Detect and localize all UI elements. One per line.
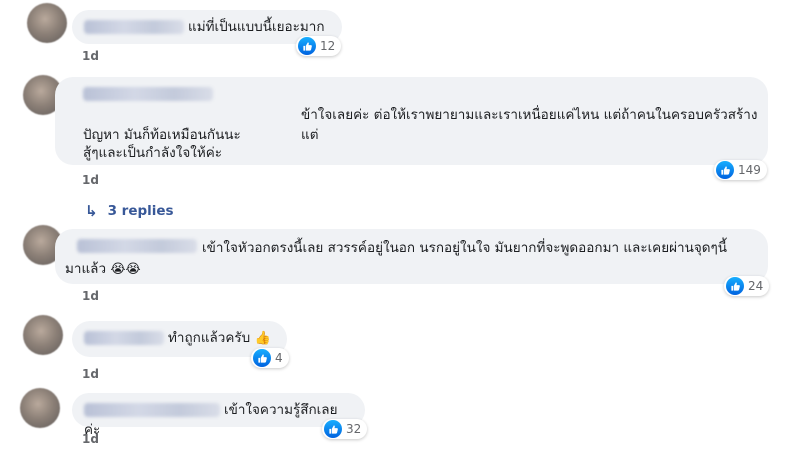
comment-timestamp[interactable]: 1d	[82, 289, 99, 303]
like-reaction-count[interactable]: 4	[251, 348, 289, 368]
commenter-name-blurred[interactable]	[84, 403, 220, 417]
comment-timestamp[interactable]: 1d	[82, 367, 99, 381]
like-reaction-count[interactable]: 32	[322, 419, 368, 439]
like-count: 12	[320, 39, 336, 53]
comment-timestamp[interactable]: 1d	[82, 432, 99, 446]
like-icon	[716, 161, 734, 179]
like-count: 4	[275, 351, 283, 365]
avatar[interactable]	[20, 388, 60, 428]
comment-timestamp[interactable]: 1d	[82, 173, 99, 187]
comment-bubble: เข้าใจหัวอกตรงนี้เลย สวรรค์อยู่ในอก นรกอ…	[55, 229, 768, 284]
avatar[interactable]	[27, 3, 67, 43]
like-reaction-count[interactable]: 24	[724, 276, 770, 296]
comment-text-line3: สู้ๆและเป็นกำลังใจให้ค่ะ	[83, 145, 223, 161]
comment-text: แม่ที่เป็นแบบนี้เยอะมาก	[188, 19, 325, 35]
like-icon	[726, 277, 744, 295]
thumbs-up-emoji-icon: 👍	[254, 331, 271, 346]
view-replies-link[interactable]: ↳ 3 replies	[85, 202, 174, 220]
commenter-name-blurred[interactable]	[84, 331, 164, 345]
commenter-name-blurred[interactable]	[83, 87, 213, 101]
comment-text-line2: ปัญหา มันก็ท้อเหมือนกันนะ	[83, 127, 241, 143]
like-icon	[298, 37, 316, 55]
like-icon	[253, 349, 271, 367]
like-reaction-count[interactable]: 149	[714, 160, 767, 180]
like-count: 32	[346, 422, 362, 436]
commenter-name-blurred[interactable]	[77, 239, 197, 253]
comment-text: ทำถูกแล้วครับ	[168, 330, 251, 346]
crying-emoji-icon: 😭😭	[110, 262, 141, 277]
comment-text-line1: เข้าใจหัวอกตรงนี้เลย สวรรค์อยู่ในอก นรกอ…	[202, 240, 727, 256]
avatar[interactable]	[23, 315, 63, 355]
commenter-name-blurred[interactable]	[84, 20, 184, 34]
comment-timestamp[interactable]: 1d	[82, 49, 99, 63]
replies-label: 3 replies	[107, 203, 174, 219]
like-reaction-count[interactable]: 12	[296, 36, 342, 56]
comment-bubble: เข้าใจความรู้สึกเลยค่ะ	[72, 393, 365, 438]
comment-text-line2: มาแล้ว	[65, 261, 107, 277]
like-count: 24	[748, 279, 764, 293]
like-count: 149	[738, 163, 761, 177]
comment-text-line1: ข้าใจเลยค่ะ ต่อให้เราพยายามและเราเหนื่อย…	[301, 107, 758, 143]
comment-bubble: ข้าใจเลยค่ะ ต่อให้เราพยายามและเราเหนื่อย…	[55, 77, 768, 165]
like-icon	[324, 420, 342, 438]
reply-arrow-icon: ↳	[85, 202, 98, 220]
